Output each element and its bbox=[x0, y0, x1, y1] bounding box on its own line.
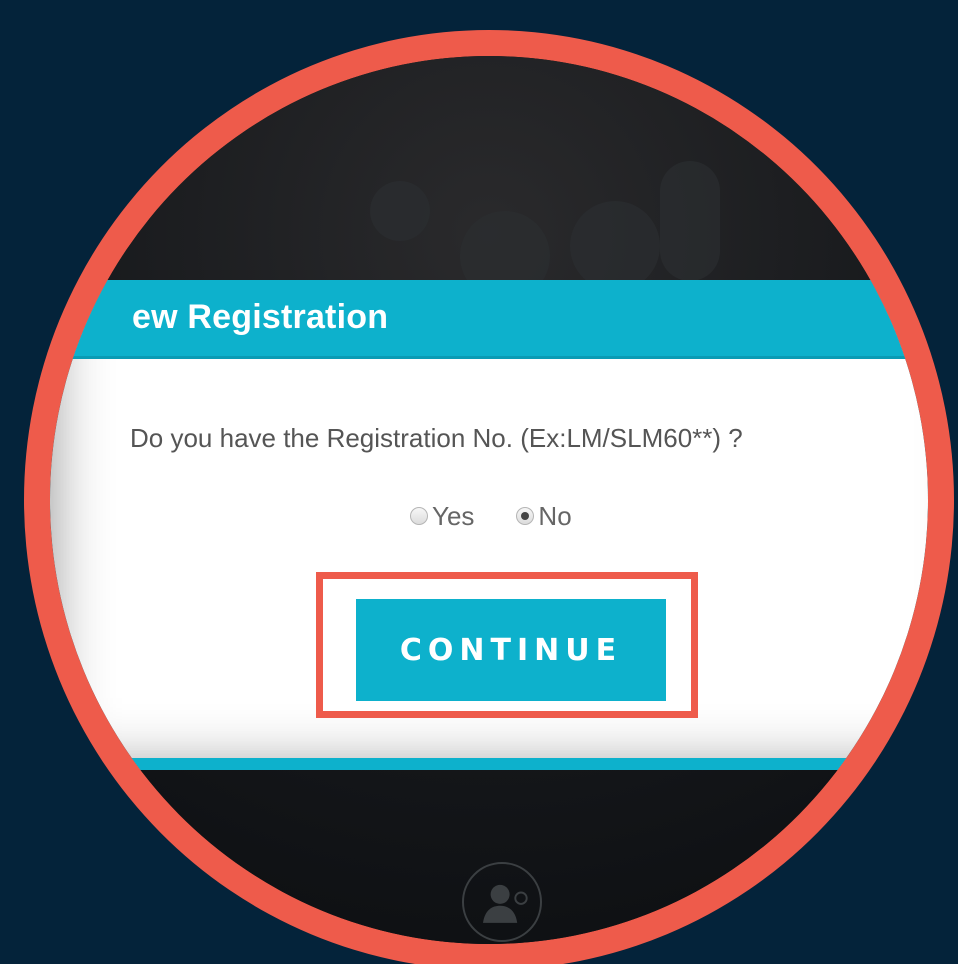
doctor-avatar-svg bbox=[483, 884, 528, 923]
screenshot-stage: ew Registration Do you have the Registra… bbox=[0, 0, 958, 964]
radio-yes-circle[interactable] bbox=[410, 507, 428, 525]
continue-button[interactable]: CONTINUE bbox=[356, 599, 666, 701]
dialog-footer-bar bbox=[50, 758, 928, 770]
radio-option-no[interactable]: No bbox=[516, 500, 572, 532]
radio-no-label: No bbox=[538, 500, 572, 531]
background-logo bbox=[350, 151, 720, 301]
registration-dialog: ew Registration Do you have the Registra… bbox=[50, 280, 928, 770]
doctor-avatar-icon bbox=[462, 862, 542, 942]
radio-option-yes[interactable]: Yes bbox=[410, 501, 474, 532]
dialog-header: ew Registration bbox=[50, 280, 928, 359]
registration-radio-group: Yes No bbox=[410, 498, 572, 534]
magnifier-circle: ew Registration Do you have the Registra… bbox=[24, 30, 954, 964]
registration-question: Do you have the Registration No. (Ex:LM/… bbox=[130, 423, 743, 453]
radio-no-circle[interactable] bbox=[516, 507, 535, 525]
dialog-title: ew Registration bbox=[132, 298, 389, 336]
radio-yes-label: Yes bbox=[432, 500, 475, 531]
